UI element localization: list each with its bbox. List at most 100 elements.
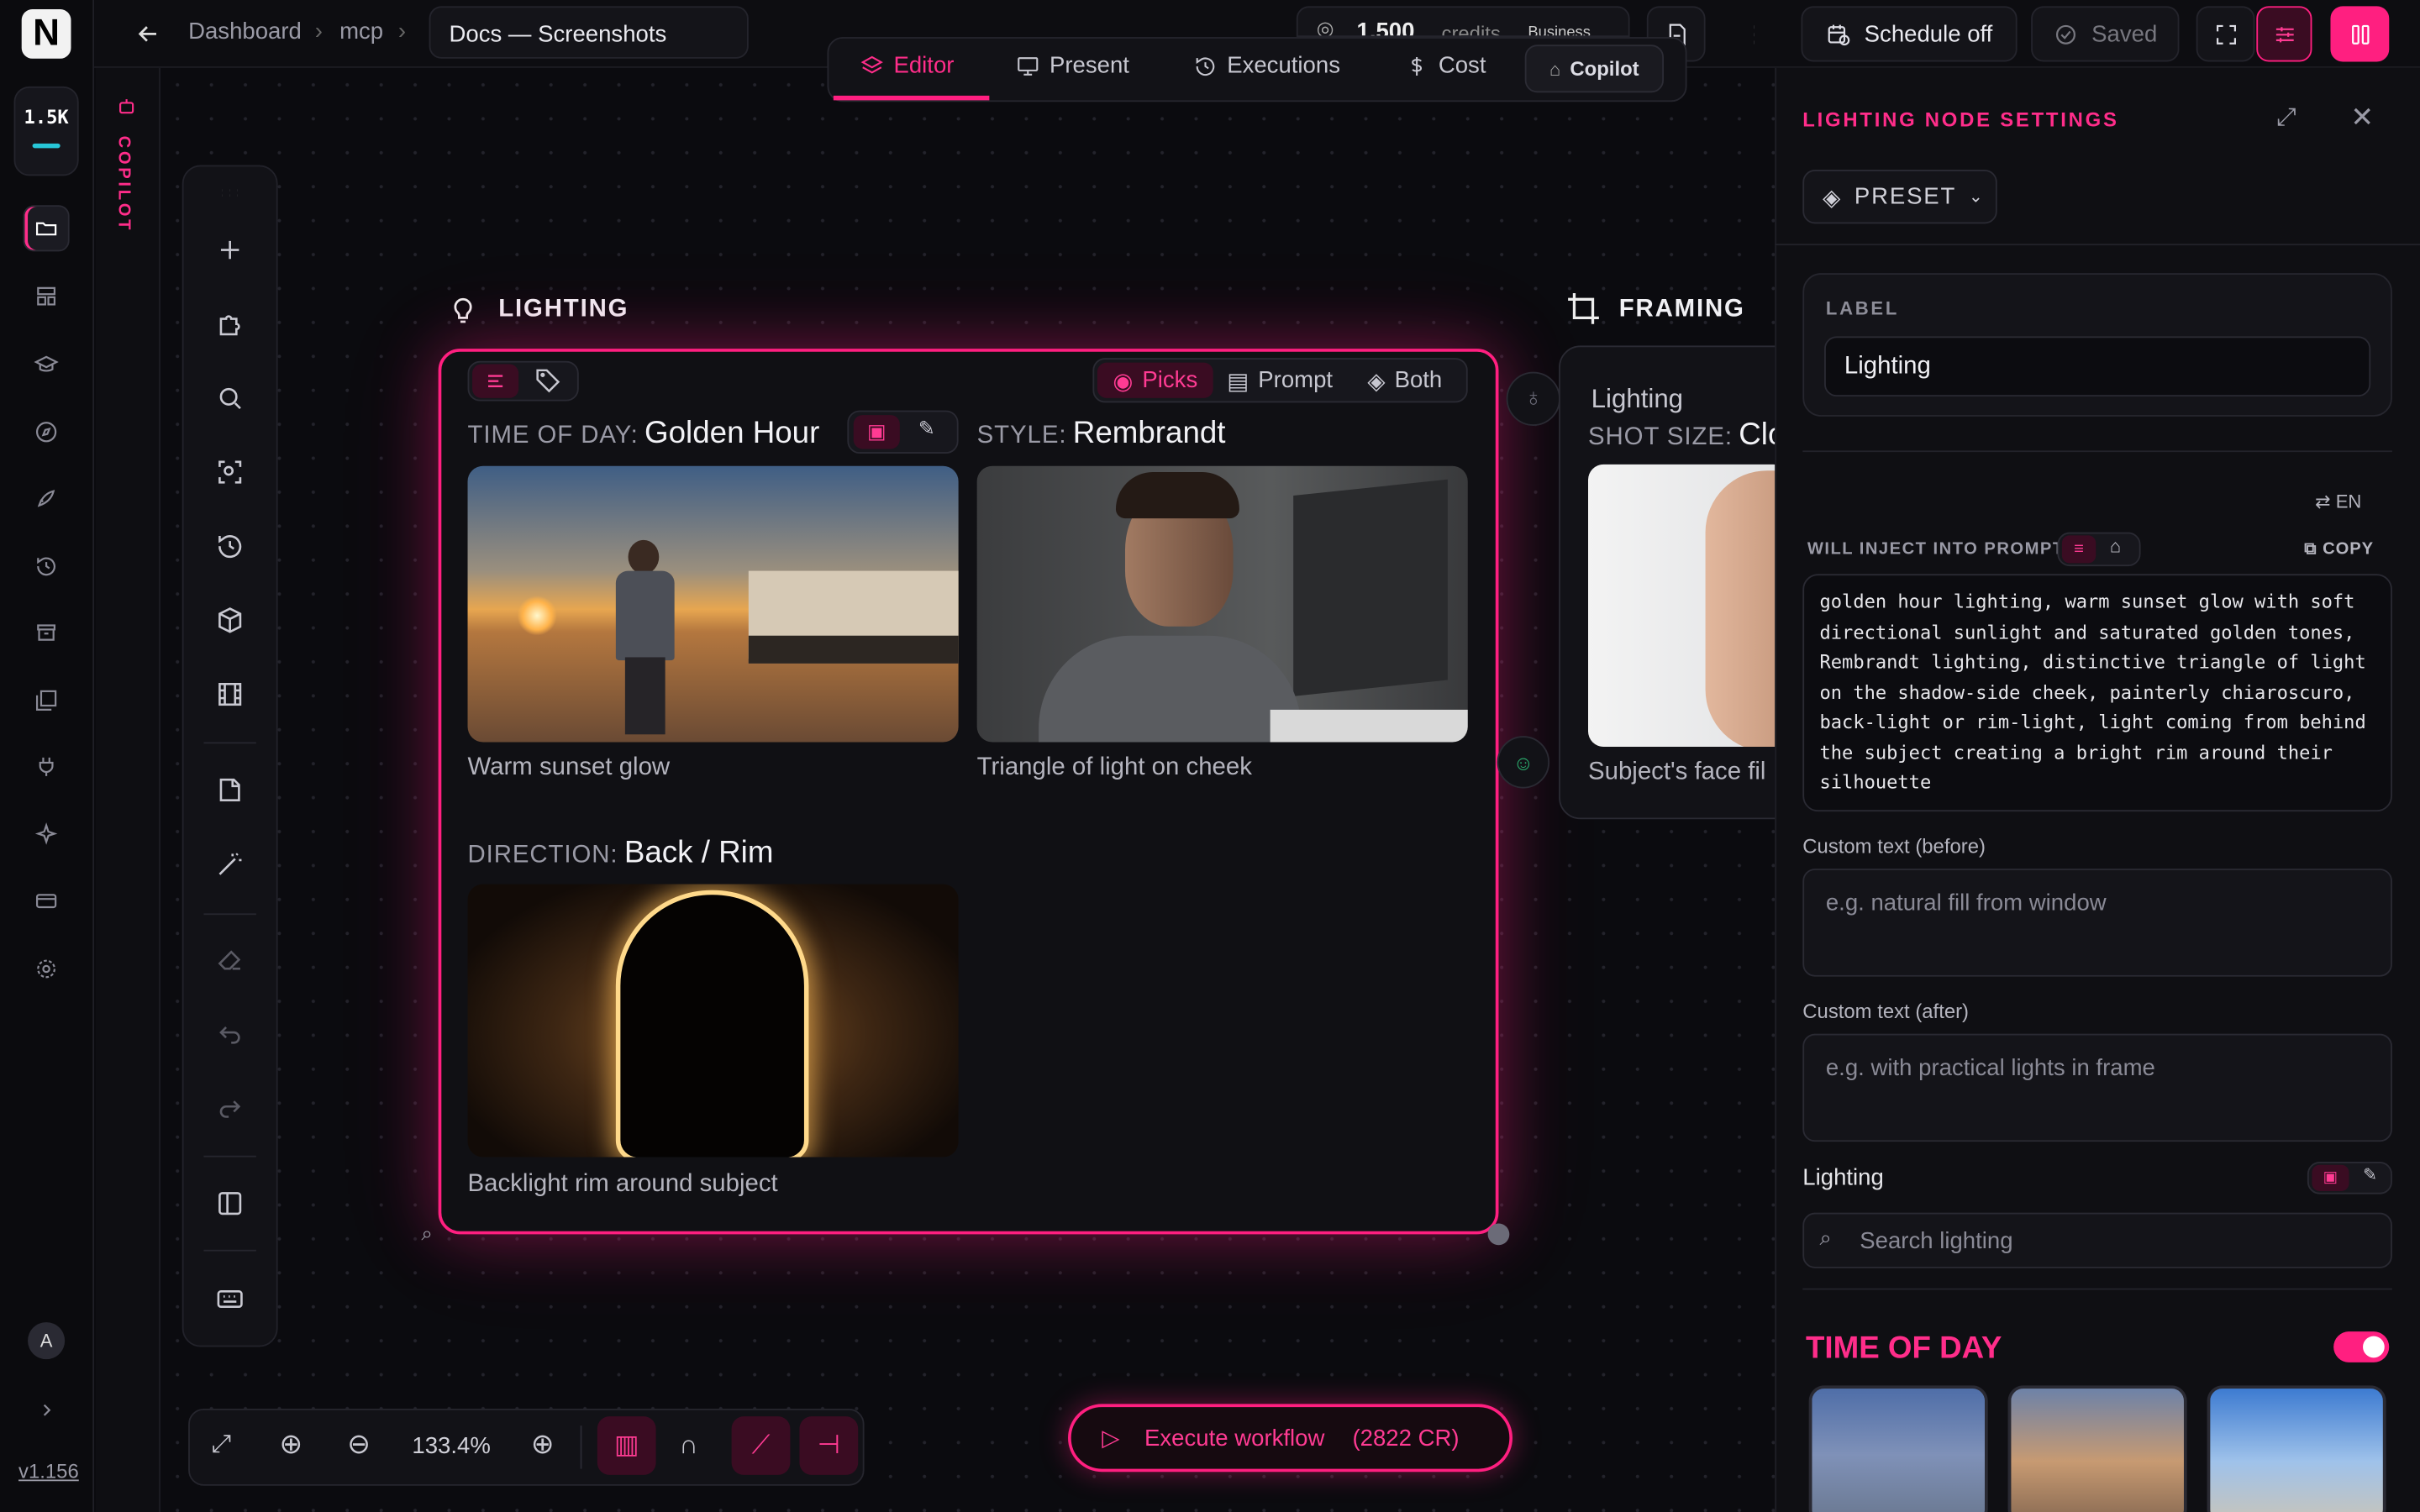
inject-preview[interactable]: golden hour lighting, warm sunset glow w… (1802, 574, 2392, 812)
history-icon[interactable] (24, 543, 70, 590)
zoom-level[interactable]: 133.4% (412, 1433, 490, 1459)
zoom-in-icon[interactable]: ⊕ (531, 1429, 555, 1462)
sparkles-icon[interactable] (24, 811, 70, 858)
credit-card-icon[interactable] (24, 878, 70, 924)
custom-before-textarea[interactable]: e.g. natural fill from window (1802, 869, 2392, 977)
pen-icon[interactable]: ✎ (2363, 1165, 2377, 1185)
credits-widget[interactable]: 1.5K (13, 86, 79, 176)
tab-editor[interactable]: Editor (860, 52, 954, 79)
clapper-icon[interactable]: ▣ (2312, 1164, 2349, 1191)
note-icon[interactable] (210, 770, 250, 811)
view-prompt-button[interactable]: ▤ Prompt (1227, 367, 1333, 395)
direction-value[interactable]: Back / Rim (624, 837, 774, 870)
fullscreen-icon[interactable] (2196, 6, 2255, 62)
film-icon[interactable] (210, 675, 250, 715)
app-logo[interactable]: N (21, 9, 71, 59)
more-vertical-icon[interactable] (1725, 6, 1781, 61)
eraser-icon[interactable] (210, 940, 250, 980)
rocket-icon[interactable] (24, 475, 70, 522)
copy-button[interactable]: ⧉ COPY (2304, 540, 2374, 560)
tab-executions[interactable]: Executions (1193, 52, 1340, 79)
time-option-midday[interactable] (2207, 1385, 2386, 1512)
search-icon[interactable] (210, 378, 250, 418)
compass-icon[interactable] (24, 409, 70, 455)
tab-executions-label: Executions (1227, 52, 1340, 79)
keyboard-icon[interactable] (210, 1279, 250, 1320)
back-arrow-icon[interactable] (134, 20, 162, 48)
time-option-blue-hour[interactable] (1808, 1385, 1988, 1512)
expand-sidebar-icon[interactable] (24, 1387, 70, 1433)
time-of-day-toggle[interactable] (2333, 1331, 2390, 1362)
split-view-icon[interactable] (2330, 6, 2390, 62)
drag-handle-icon[interactable] (210, 173, 250, 213)
search-lighting-input[interactable]: Search lighting (1802, 1212, 2392, 1268)
view-both-button[interactable]: ◈ Both (1367, 367, 1442, 395)
fit-view-icon[interactable]: ⤢ (212, 1431, 232, 1459)
breadcrumb-mcp[interactable]: mcp (339, 18, 383, 45)
framing-node-title[interactable]: FRAMING (1619, 297, 1745, 324)
zoom-out-icon[interactable]: ⊖ (347, 1429, 371, 1462)
magnet-icon[interactable]: ∩ (679, 1431, 697, 1462)
settings-panel-toggle-icon[interactable] (2256, 6, 2312, 62)
rembrandt-image[interactable] (976, 465, 1468, 743)
credits-pill[interactable]: ◎ 1,500 credits Business (1296, 6, 1630, 38)
images-icon[interactable] (24, 677, 70, 723)
view-picks-button[interactable]: ◉ Picks (1097, 362, 1213, 398)
settings-icon[interactable] (24, 946, 70, 992)
schedule-button[interactable]: Schedule off (1801, 6, 2018, 62)
document-name[interactable]: Docs — Screenshots (429, 6, 749, 59)
maximize-icon[interactable]: ⤢ (2276, 105, 2296, 133)
connector-face-icon[interactable]: ☺ (1497, 736, 1550, 789)
layout-icon[interactable] (24, 273, 70, 319)
tab-copilot[interactable]: ⌂ Copilot (1524, 45, 1665, 93)
time-of-day-value[interactable]: Golden Hour (644, 417, 819, 450)
history-tool-icon[interactable] (210, 526, 250, 566)
list-icon[interactable]: ≡ (2061, 535, 2096, 564)
tool-divider (203, 1155, 256, 1158)
tab-cost[interactable]: Cost (1404, 52, 1486, 79)
map-icon[interactable]: ▥ (597, 1416, 656, 1475)
magic-wand-icon[interactable] (210, 844, 250, 885)
undo-icon[interactable] (210, 1014, 250, 1054)
box-icon[interactable] (210, 600, 250, 640)
ruler-icon[interactable]: ⟋ (731, 1416, 791, 1475)
copilot-strip[interactable] (95, 67, 161, 1512)
archive-icon[interactable] (24, 610, 70, 656)
graduation-icon[interactable] (24, 341, 70, 387)
scan-search-icon[interactable] (210, 452, 250, 492)
language-toggle[interactable]: ⇄ EN (2315, 491, 2361, 512)
list-icon[interactable] (472, 364, 519, 398)
back-rim-image[interactable] (467, 884, 959, 1158)
connector-bulb-icon[interactable]: ♁ (1506, 371, 1560, 426)
execute-workflow-button[interactable]: ▷ Execute workflow (2822 CR) (1068, 1404, 1513, 1473)
version-label[interactable]: v1.156 (18, 1460, 79, 1483)
redo-icon[interactable] (210, 1088, 250, 1128)
align-icon[interactable]: ⊣ (799, 1416, 859, 1475)
clapper-icon[interactable]: ▣ (853, 415, 900, 449)
close-up-image[interactable] (1588, 464, 1789, 747)
node-search-icon[interactable]: ⌕ (421, 1222, 432, 1247)
pen-icon[interactable]: ✎ (918, 417, 935, 441)
custom-after-textarea[interactable]: e.g. with practical lights in frame (1802, 1033, 2392, 1142)
avatar[interactable]: A (28, 1322, 66, 1360)
saved-label: Saved (2091, 20, 2158, 48)
time-option-golden-hour[interactable] (2007, 1385, 2187, 1512)
node-title[interactable]: LIGHTING (498, 297, 629, 324)
label-input[interactable]: Lighting (1824, 336, 2371, 397)
crosshair-icon[interactable]: ⊕ (279, 1429, 302, 1462)
close-icon[interactable]: ✕ (2350, 102, 2374, 134)
plug-icon[interactable] (24, 743, 70, 790)
tab-present[interactable]: Present (1016, 52, 1129, 79)
preset-dropdown[interactable]: ◈ PRESET ⌄ (1802, 170, 1997, 224)
tag-icon[interactable] (534, 365, 566, 396)
folder-icon[interactable] (23, 205, 70, 252)
layers-icon (860, 55, 883, 73)
breadcrumb-dashboard[interactable]: Dashboard (188, 18, 302, 45)
style-value[interactable]: Rembrandt (1073, 417, 1226, 450)
puzzle-icon[interactable] (210, 304, 250, 344)
panel-icon[interactable] (210, 1184, 250, 1224)
node-resize-handle[interactable] (1487, 1223, 1510, 1246)
add-icon[interactable] (210, 230, 250, 270)
golden-hour-image[interactable] (467, 465, 959, 743)
tag-icon[interactable]: ⌂ (2110, 535, 2121, 557)
